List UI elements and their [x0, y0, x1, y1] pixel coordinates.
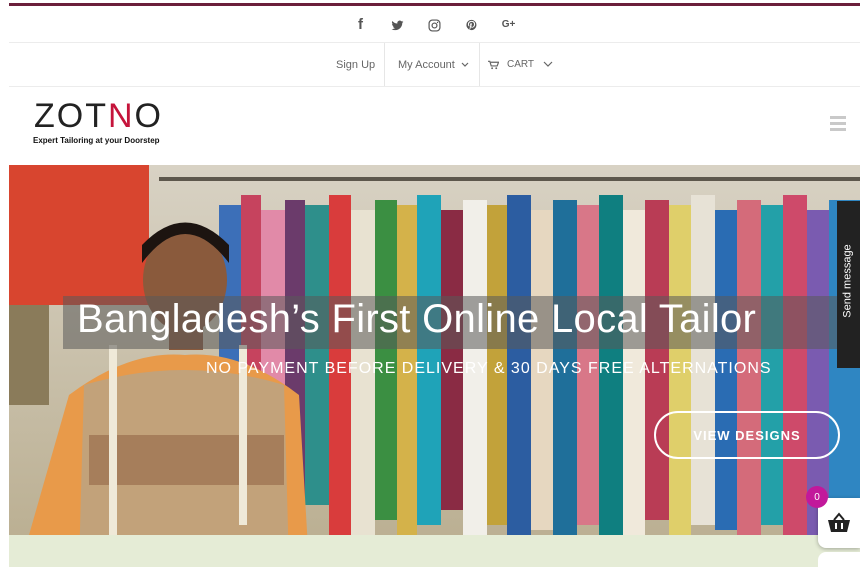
send-message-label: Send message: [841, 244, 854, 318]
logo-tagline: Expert Tailoring at your Doorstep: [33, 136, 160, 145]
view-designs-label: VIEW DESIGNS: [693, 427, 801, 443]
logo-text-right: O: [134, 97, 163, 135]
cart-count: 0: [814, 491, 820, 503]
basket-icon: [828, 512, 850, 532]
divider: [384, 43, 385, 86]
hero-slider: Bangladesh’s First Online Local Tailor N…: [9, 165, 860, 567]
sign-up-link[interactable]: Sign Up: [336, 43, 375, 86]
cart-icon: [488, 60, 499, 69]
logo-text-n: N: [107, 97, 135, 135]
google-plus-icon[interactable]: G+: [490, 19, 527, 30]
twitter-icon[interactable]: [379, 16, 416, 32]
cart-menu[interactable]: CART: [488, 43, 553, 86]
chevron-down-icon: [461, 62, 469, 67]
my-account-label: My Account: [398, 58, 455, 71]
pinterest-icon[interactable]: [453, 16, 490, 32]
facebook-icon[interactable]: f: [342, 16, 379, 33]
logo[interactable]: ZOTNO: [34, 97, 163, 136]
hero-title: Bangladesh’s First Online Local Tailor: [77, 297, 757, 341]
floating-widget-lower: [818, 552, 860, 567]
header: ZOTNO Expert Tailoring at your Doorstep: [9, 87, 860, 164]
social-icons-bar: f G+: [9, 6, 860, 43]
send-message-tab[interactable]: Send message: [837, 201, 860, 368]
divider: [479, 43, 480, 86]
menu-icon[interactable]: [830, 116, 846, 134]
account-bar: Sign Up My Account CART: [9, 43, 860, 87]
my-account-menu[interactable]: My Account: [398, 43, 469, 86]
logo-text-left: ZOT: [34, 97, 108, 135]
cart-label: CART: [507, 59, 535, 70]
chevron-down-icon: [543, 61, 553, 67]
sign-up-label: Sign Up: [336, 58, 376, 71]
cart-count-badge: 0: [806, 486, 828, 508]
view-designs-button[interactable]: VIEW DESIGNS: [654, 411, 840, 459]
instagram-icon[interactable]: [416, 16, 453, 32]
floating-cart-button[interactable]: [818, 498, 860, 548]
hero-subtitle: NO PAYMENT BEFORE DELIVERY & 30 DAYS FRE…: [206, 360, 772, 377]
